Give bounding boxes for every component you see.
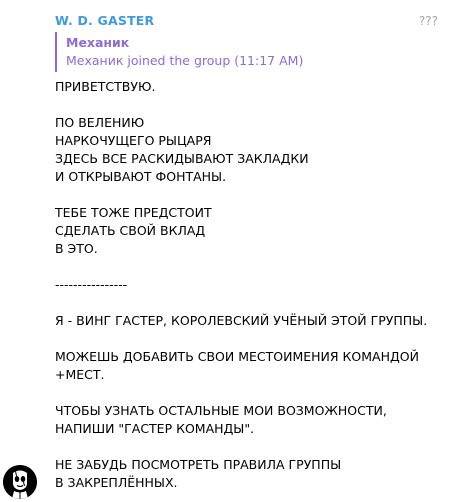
message-line: +МЕСТ. [55,367,105,382]
message-line: В ЭТО. [55,241,98,256]
message-line: НЕ ЗАБУДЬ ПОСМОТРЕТЬ ПРАВИЛА ГРУППЫ [55,457,342,472]
message-line: ---------------- [55,277,128,292]
reply-author: Механик [66,35,130,50]
admin-badge: ??? [418,14,438,28]
message-line [55,438,445,456]
message-line [55,294,445,312]
message-bubble: W. D. GASTER ??? Механик Механик joined … [46,4,448,494]
message-line [55,330,445,348]
message-line: НАПИШИ "ГАСТЕР КОМАНДЫ". [55,421,255,436]
message-line: ТЕБЕ ТОЖЕ ПРЕДСТОИТ [55,205,212,220]
message-line: НАРКОЧУЩЕГО РЫЦАРЯ [55,133,212,148]
message-line: ЗДЕСЬ ВСЕ РАСКИДЫВАЮТ ЗАКЛАДКИ [55,151,309,166]
message-text: ПРИВЕТСТВУЮ. ПО ВЕЛЕНИЮ НАРКОЧУЩЕГО РЫЦА… [55,78,445,492]
message-line: В ЗАКРЕПЛЁННЫХ. [55,475,178,490]
message-line [55,186,445,204]
message-line: Я - ВИНГ ГАСТЕР, КОРОЛЕВСКИЙ УЧЁНЫЙ ЭТОЙ… [55,313,428,328]
message-line [55,96,445,114]
message-line: МОЖЕШЬ ДОБАВИТЬ СВОИ МЕСТОИМЕНИЯ КОМАНДО… [55,349,419,364]
message-line: И ОТКРЫВАЮТ ФОНТАНЫ. [55,169,227,184]
gaster-face-icon [3,465,37,499]
sender-name[interactable]: W. D. GASTER [55,13,154,28]
message-line: ЧТОБЫ УЗНАТЬ ОСТАЛЬНЫЕ МОИ ВОЗМОЖНОСТИ, [55,403,387,418]
reply-preview[interactable]: Механик Механик joined the group (11:17 … [55,32,303,72]
message-line: ПРИВЕТСТВУЮ. [55,79,156,94]
message-line [55,384,445,402]
reply-text: Механик joined the group (11:17 AM) [66,53,304,68]
message-line [55,258,445,276]
message-line: ПО ВЕЛЕНИЮ [55,115,145,130]
message-line: СДЕЛАТЬ СВОЙ ВКЛАД [55,223,206,238]
avatar[interactable] [3,465,37,499]
